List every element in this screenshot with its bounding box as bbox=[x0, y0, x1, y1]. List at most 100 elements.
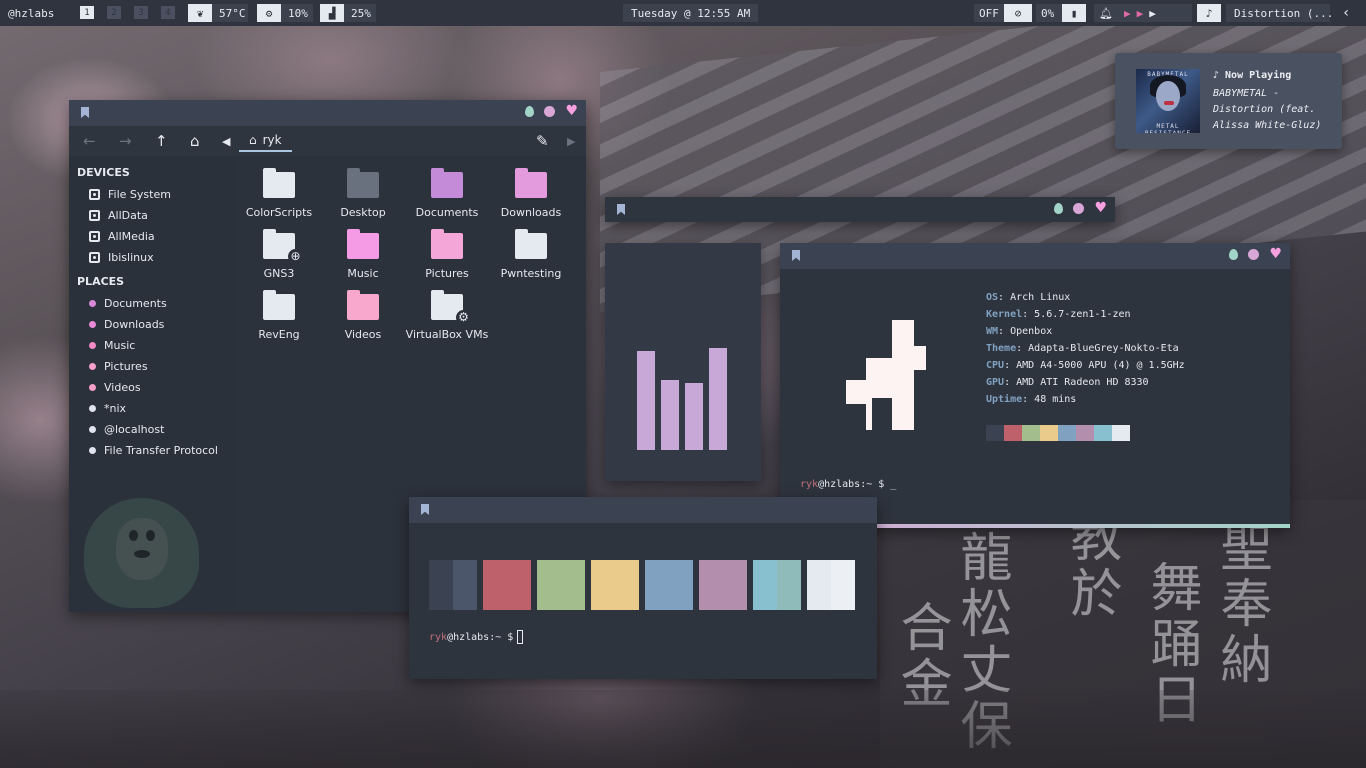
close-icon[interactable]: ♥ bbox=[1094, 201, 1107, 215]
sysinfo-line: Theme: Adapta-BlueGrey-Nokto-Eta bbox=[986, 343, 1179, 354]
minimize-icon[interactable] bbox=[1054, 203, 1064, 214]
now-playing-heading: ♪ Now Playing bbox=[1213, 70, 1292, 81]
maximize-icon[interactable] bbox=[1073, 203, 1085, 214]
up-arrow-icon[interactable]: ↑ bbox=[155, 132, 168, 150]
color-pair-swatch bbox=[699, 560, 747, 610]
cpu-icon: ⚙ bbox=[257, 4, 281, 22]
sidebar-place-item[interactable]: Pictures bbox=[89, 360, 148, 373]
sidebar-place-item[interactable]: *nix bbox=[89, 402, 126, 415]
drive-icon bbox=[89, 252, 100, 263]
folder-item[interactable]: Videos bbox=[321, 290, 405, 342]
folder-item[interactable]: ⊕ GNS3 bbox=[237, 229, 321, 281]
folder-item[interactable]: Downloads bbox=[489, 168, 573, 220]
workspace-1[interactable]: 1 bbox=[80, 6, 94, 19]
home-icon[interactable]: ⌂ bbox=[190, 132, 200, 150]
visualizer-window-titlebar[interactable]: ♥ bbox=[605, 197, 1115, 222]
sysinfo-key: Kernel bbox=[986, 309, 1023, 320]
next-icon[interactable]: ▶ bbox=[1149, 7, 1156, 20]
devices-heading: DEVICES bbox=[77, 166, 130, 179]
folder-item[interactable]: ⚙ VirtualBox VMs bbox=[405, 290, 489, 342]
sysinfo-key: WM bbox=[986, 326, 999, 337]
sidebar-item-label: Documents bbox=[104, 297, 167, 310]
color-pair-swatch bbox=[429, 560, 477, 610]
place-dot-icon bbox=[89, 300, 96, 307]
sidebar-place-item[interactable]: @localhost bbox=[89, 423, 164, 436]
color-pair-swatch bbox=[537, 560, 585, 610]
sidebar-place-item[interactable]: Music bbox=[89, 339, 135, 352]
wifi-status[interactable]: OFF bbox=[974, 4, 1004, 22]
folder-item[interactable]: Desktop bbox=[321, 168, 405, 220]
folder-item[interactable]: ColorScripts bbox=[237, 168, 321, 220]
close-icon[interactable]: ♥ bbox=[1269, 247, 1282, 261]
temperature-readout: 57°C bbox=[212, 4, 248, 22]
sidebar-place-item[interactable]: File Transfer Protocol bbox=[89, 444, 218, 457]
sidebar-device-item[interactable]: AllMedia bbox=[89, 230, 155, 243]
minimize-icon[interactable] bbox=[525, 106, 535, 117]
folder-icon bbox=[347, 290, 379, 320]
scroll-left-icon[interactable]: ◀ bbox=[222, 135, 230, 148]
sidebar-place-item[interactable]: Documents bbox=[89, 297, 167, 310]
titlebar[interactable] bbox=[409, 497, 877, 523]
sidebar-place-item[interactable]: Downloads bbox=[89, 318, 164, 331]
close-icon[interactable]: ♥ bbox=[565, 104, 578, 118]
forward-arrow-icon[interactable]: → bbox=[119, 132, 132, 150]
previous-icon[interactable]: ▶ bbox=[1124, 7, 1131, 20]
folder-icon bbox=[263, 290, 295, 320]
maximize-icon[interactable] bbox=[1248, 249, 1260, 260]
back-arrow-icon[interactable]: ← bbox=[83, 132, 96, 150]
folder-icon bbox=[431, 168, 463, 198]
sysinfo-separator: : bbox=[1004, 377, 1017, 388]
play-icon[interactable]: ▶ bbox=[1137, 7, 1144, 20]
bookmark-icon bbox=[81, 107, 89, 118]
sidebar-device-item[interactable]: AllData bbox=[89, 209, 148, 222]
palette-swatch bbox=[986, 425, 1004, 441]
sysinfo-key: CPU bbox=[986, 360, 1005, 371]
sysinfo-line: GPU: AMD ATI Radeon HD 8330 bbox=[986, 377, 1149, 388]
alarm-bell-icon[interactable]: 🔔︎ bbox=[1094, 4, 1118, 22]
sidebar-device-item[interactable]: File System bbox=[89, 188, 171, 201]
workspace-3[interactable]: 3 bbox=[134, 6, 148, 19]
top-panel: @hzlabs 1 2 3 4 ❦ 57°C ⚙ 10% ▟ 25% Tuesd… bbox=[0, 0, 1366, 26]
places-heading: PLACES bbox=[77, 275, 125, 288]
palette-swatch bbox=[1112, 425, 1130, 441]
folder-label: ColorScripts bbox=[245, 206, 313, 219]
clock[interactable]: Tuesday @ 12:55 AM bbox=[623, 4, 759, 22]
terminal-prompt[interactable]: ryk@hzlabs:~ $ _ bbox=[800, 479, 896, 490]
visualizer-bar bbox=[685, 383, 703, 450]
current-track[interactable]: Distortion (... bbox=[1226, 4, 1333, 22]
folder-label: Desktop bbox=[340, 206, 386, 219]
sidebar-item-label: *nix bbox=[104, 402, 127, 415]
sidebar-place-item[interactable]: Videos bbox=[89, 381, 141, 394]
neofetch-terminal-window: ♥ OS: Arch Linux Kernel: 5.6.7-zen1-1-zen… bbox=[780, 243, 1290, 528]
host-label[interactable]: @hzlabs bbox=[8, 4, 54, 22]
folder-item[interactable]: Pictures bbox=[405, 229, 489, 281]
sysinfo-line: Uptime: 48 mins bbox=[986, 394, 1076, 405]
sysinfo-line: Kernel: 5.6.7-zen1-1-zen bbox=[986, 309, 1131, 320]
titlebar[interactable]: ♥ bbox=[69, 100, 586, 126]
folder-icon bbox=[515, 168, 547, 198]
edit-pencil-icon[interactable]: ✎ bbox=[536, 132, 549, 150]
titlebar[interactable]: ♥ bbox=[780, 243, 1290, 269]
workspace-4[interactable]: 4 bbox=[161, 6, 175, 19]
scroll-right-icon[interactable]: ▶ bbox=[567, 135, 575, 148]
color-pair-swatch bbox=[753, 560, 801, 610]
folder-item[interactable]: Documents bbox=[405, 168, 489, 220]
location-button[interactable]: ⌂ ryk bbox=[239, 130, 292, 152]
place-dot-icon bbox=[89, 342, 96, 349]
folder-item[interactable]: Music bbox=[321, 229, 405, 281]
chevron-left-icon[interactable]: ‹ bbox=[1342, 4, 1350, 22]
folder-item[interactable]: Pwntesting bbox=[489, 229, 573, 281]
maximize-icon[interactable] bbox=[544, 106, 556, 117]
folder-item[interactable]: RevEng bbox=[237, 290, 321, 342]
sidebar-item-label: Videos bbox=[104, 381, 141, 394]
terminal-prompt[interactable]: ryk@hzlabs:~ $ bbox=[429, 630, 524, 644]
now-playing-notification[interactable]: BABYMETAL METAL RESISTANCE ♪ Now Playing… bbox=[1115, 53, 1342, 149]
sidebar-device-item[interactable]: Ibislinux bbox=[89, 251, 154, 264]
minimize-icon[interactable] bbox=[1229, 249, 1239, 260]
sysinfo-key: Theme bbox=[986, 343, 1017, 354]
workspace-2[interactable]: 2 bbox=[107, 6, 121, 19]
penguin-mascot bbox=[84, 498, 199, 608]
sysinfo-line: WM: Openbox bbox=[986, 326, 1052, 337]
sysinfo-key: OS bbox=[986, 292, 999, 303]
folder-icon bbox=[431, 229, 463, 259]
